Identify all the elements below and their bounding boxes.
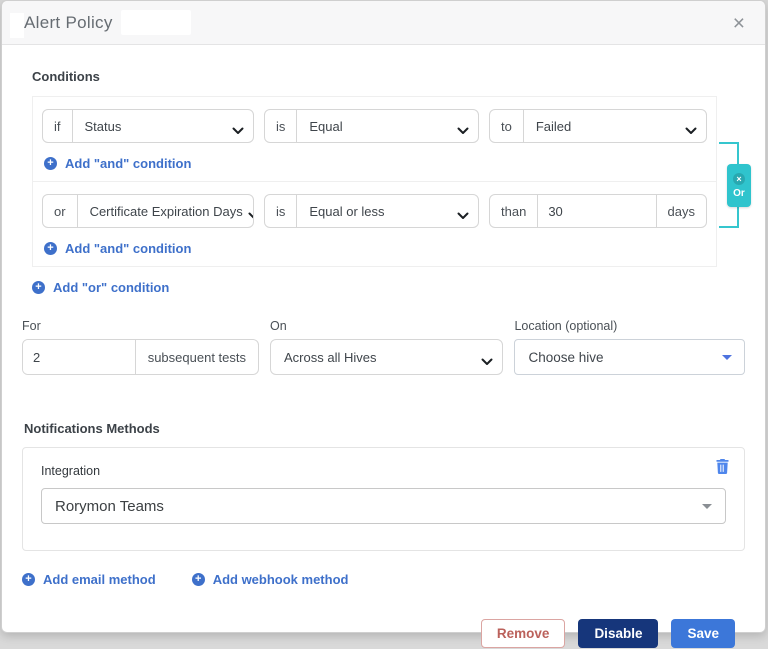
or-badge-label: Or <box>733 187 745 199</box>
disable-button[interactable]: Disable <box>578 619 659 648</box>
is-label: is <box>265 110 298 142</box>
threshold-input[interactable] <box>538 195 656 227</box>
chevron-down-icon <box>232 123 244 138</box>
condition-group-if: if Status is Equal to Failed + Add "and"… <box>32 96 717 182</box>
alert-policy-modal: Alert Policy × Conditions if Status is E… <box>1 0 766 648</box>
add-or-condition-link[interactable]: + Add "or" condition <box>32 280 169 295</box>
chevron-down-icon <box>685 123 697 138</box>
value-select-value: Failed <box>535 118 572 134</box>
value-select[interactable]: Failed <box>524 110 706 142</box>
for-column: For subsequent tests <box>22 319 259 375</box>
choose-hive-select[interactable]: Choose hive <box>514 339 745 375</box>
on-label: On <box>270 319 287 333</box>
add-and-condition-link[interactable]: + Add "and" condition <box>44 156 191 171</box>
footer-actions: Remove Disable Save <box>22 619 745 648</box>
redacted-area <box>10 13 24 38</box>
on-column: On Across all Hives <box>270 319 504 375</box>
conditions-container: if Status is Equal to Failed + Add "and"… <box>32 96 717 267</box>
threshold-input-group: than days <box>489 194 707 228</box>
operator-select-group: is Equal or less <box>264 194 479 228</box>
to-label: to <box>490 110 524 142</box>
integration-card: Integration Rorymon Teams <box>22 447 745 551</box>
remove-or-icon[interactable]: × <box>733 172 745 185</box>
than-label: than <box>490 195 539 227</box>
chevron-down-icon <box>457 208 469 223</box>
conditions-section-label: Conditions <box>32 69 100 84</box>
add-email-method-link[interactable]: + Add email method <box>22 572 156 587</box>
caret-down-icon <box>702 504 712 509</box>
for-input-group: subsequent tests <box>22 339 259 375</box>
remove-button[interactable]: Remove <box>480 619 566 648</box>
condition-row: or Certificate Expiration Days is Equal … <box>42 194 707 228</box>
add-webhook-method-label: Add webhook method <box>212 572 349 587</box>
hives-scope-select[interactable]: Across all Hives <box>270 339 504 375</box>
condition-group-or: or Certificate Expiration Days is Equal … <box>32 181 717 267</box>
redacted-policy-name <box>120 10 191 35</box>
if-label: if <box>43 110 73 142</box>
plus-circle-icon: + <box>22 573 35 586</box>
plus-circle-icon: + <box>44 157 57 170</box>
subsequent-tests-suffix: subsequent tests <box>134 340 258 374</box>
plus-circle-icon: + <box>191 573 205 586</box>
is-label: is <box>265 195 298 227</box>
field-select-value: Certificate Expiration Days <box>89 203 243 219</box>
integration-select-value: Rorymon Teams <box>55 497 164 515</box>
value-select-group: to Failed <box>489 109 707 143</box>
add-or-row: + Add "or" condition <box>32 277 745 295</box>
field-select[interactable]: Certificate Expiration Days <box>78 195 253 227</box>
chevron-down-icon <box>481 354 493 369</box>
hives-scope-value: Across all Hives <box>284 349 377 365</box>
add-webhook-method-link[interactable]: + Add webhook method <box>191 572 349 587</box>
caret-down-icon <box>722 355 732 360</box>
for-label: For <box>22 319 41 333</box>
method-links-row: + Add email method + Add webhook method <box>22 572 745 587</box>
trash-icon[interactable] <box>714 457 731 476</box>
or-label: or <box>43 195 78 227</box>
field-select-value: Status <box>84 118 122 134</box>
location-label: Location (optional) <box>514 319 618 333</box>
subsequent-tests-input[interactable] <box>23 340 135 374</box>
close-icon[interactable]: × <box>729 9 749 38</box>
or-badge[interactable]: × Or <box>727 164 751 207</box>
location-column: Location (optional) Choose hive <box>514 319 745 375</box>
chevron-down-icon <box>457 123 469 138</box>
add-and-condition-label: Add "and" condition <box>65 241 192 256</box>
integration-label: Integration <box>41 464 101 478</box>
plus-circle-icon: + <box>44 242 57 255</box>
modal-header: Alert Policy × <box>2 1 765 45</box>
field-select[interactable]: Status <box>73 110 254 142</box>
add-or-condition-label: Add "or" condition <box>53 280 170 295</box>
operator-select-group: is Equal <box>264 109 479 143</box>
add-and-condition-link[interactable]: + Add "and" condition <box>44 241 191 256</box>
integration-select[interactable]: Rorymon Teams <box>41 488 726 524</box>
plus-circle-icon: + <box>32 281 45 294</box>
operator-select[interactable]: Equal or less <box>297 195 478 227</box>
operator-select[interactable]: Equal <box>297 110 478 142</box>
days-unit-label: days <box>655 195 706 227</box>
add-email-method-label: Add email method <box>43 572 156 587</box>
modal-body: Conditions if Status is Equal to Failed … <box>2 69 765 648</box>
choose-hive-value: Choose hive <box>528 349 604 365</box>
operator-select-value: Equal <box>309 118 343 134</box>
condition-row: if Status is Equal to Failed <box>42 109 707 143</box>
operator-select-value: Equal or less <box>309 203 385 219</box>
chevron-down-icon <box>248 208 253 223</box>
field-select-group: or Certificate Expiration Days <box>42 194 254 228</box>
modal-title: Alert Policy <box>24 12 113 32</box>
scope-row: For subsequent tests On Across all Hives… <box>22 319 745 375</box>
add-and-condition-label: Add "and" condition <box>65 156 192 171</box>
save-button[interactable]: Save <box>671 619 735 648</box>
notifications-section-label: Notifications Methods <box>24 421 160 436</box>
field-select-group: if Status <box>42 109 254 143</box>
